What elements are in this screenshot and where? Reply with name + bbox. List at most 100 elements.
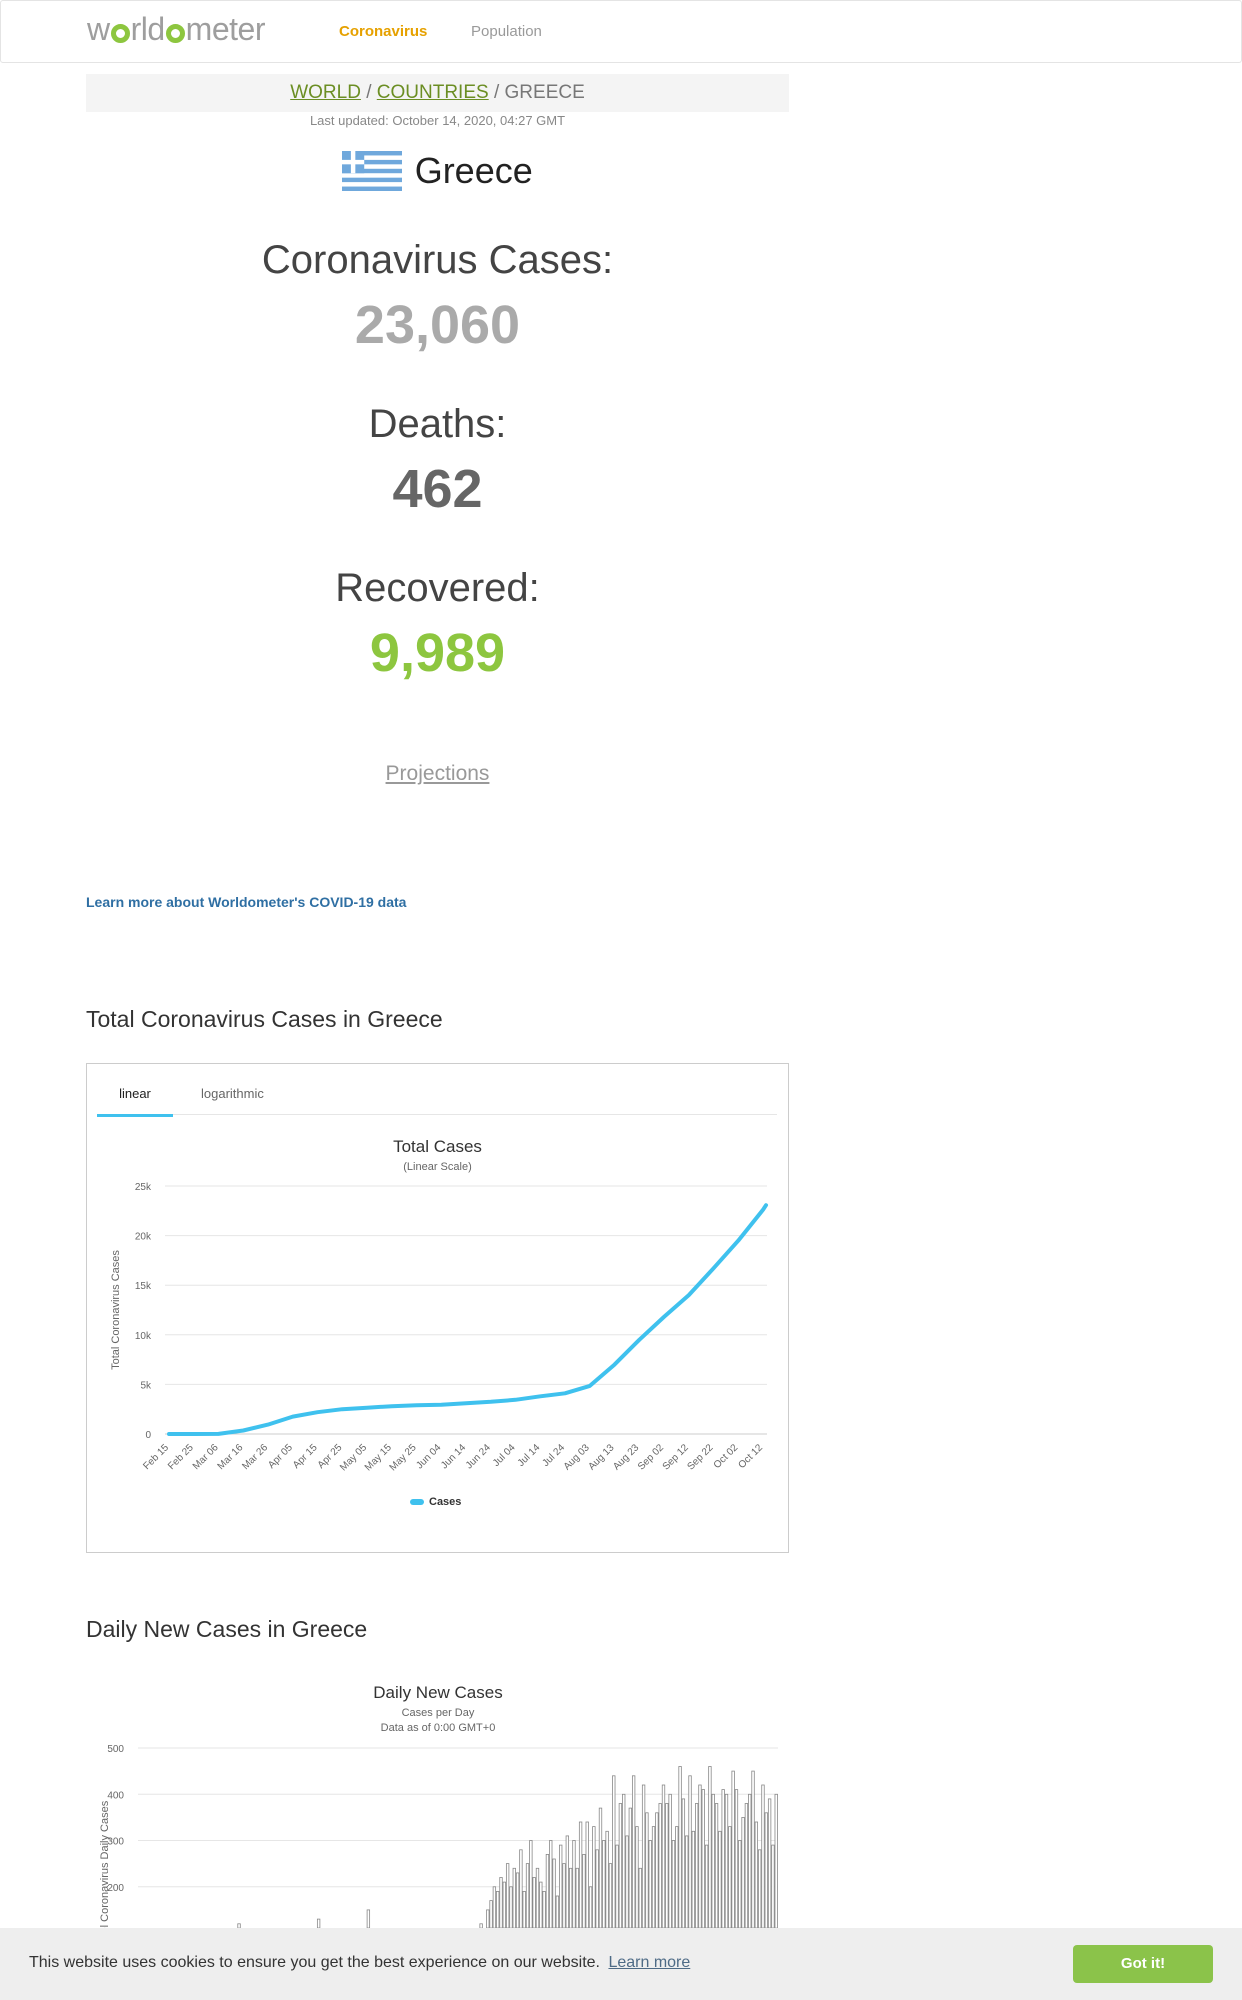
x-tick-label: Aug 23 <box>611 1442 641 1472</box>
cookie-learn-more-link[interactable]: Learn more <box>608 1954 690 1971</box>
daily-bar <box>582 1853 586 1928</box>
daily-bar <box>754 1821 759 1928</box>
breadcrumb-separator: / <box>366 82 372 103</box>
daily-bar <box>499 1877 503 1928</box>
daily-bar <box>641 1784 646 1928</box>
daily-bar <box>704 1844 709 1928</box>
legend-swatch-icon <box>410 1499 424 1505</box>
daily-bar <box>532 1877 536 1928</box>
y-axis-label: Novel Coronavirus Daily Cases <box>99 1800 111 1928</box>
x-tick-label: Jul 14 <box>516 1442 543 1469</box>
daily-bar <box>608 1863 613 1928</box>
daily-bar <box>638 1867 642 1928</box>
daily-bar <box>602 1840 606 1928</box>
daily-bar <box>588 1886 593 1928</box>
daily-bar <box>575 1867 579 1928</box>
y-tick-label: 0 <box>145 1430 151 1441</box>
x-tick-label: Sep 02 <box>636 1442 666 1472</box>
x-tick-label: Sep 22 <box>685 1442 715 1472</box>
daily-bar <box>545 1853 550 1928</box>
daily-bar <box>592 1826 596 1928</box>
daily-bar <box>738 1840 742 1928</box>
daily-bar <box>721 1789 725 1928</box>
x-tick-label: Feb 25 <box>166 1442 196 1472</box>
daily-bar <box>744 1803 749 1928</box>
daily-bar <box>681 1798 686 1928</box>
breadcrumb-current: GREECE <box>504 82 585 103</box>
daily-bar <box>522 1890 526 1928</box>
cookie-accept-button[interactable]: Got it! <box>1073 1945 1213 1983</box>
daily-bar <box>585 1821 589 1928</box>
daily-bar <box>708 1766 712 1928</box>
daily-bar <box>625 1835 629 1928</box>
daily-bar <box>761 1784 765 1928</box>
top-navbar: w rld meter Coronavirus Population <box>0 0 1242 63</box>
daily-bar <box>525 1863 530 1928</box>
daily-bar <box>685 1835 689 1928</box>
daily-bar <box>671 1840 676 1928</box>
daily-bar <box>555 1895 560 1928</box>
last-updated-text: Last updated: October 14, 2020, 04:27 GM… <box>309 113 566 128</box>
daily-bar <box>771 1844 775 1928</box>
daily-bar <box>612 1775 616 1928</box>
daily-bar <box>505 1863 510 1928</box>
daily-bar <box>698 1784 702 1928</box>
daily-bar <box>605 1830 609 1928</box>
breadcrumb-world-link[interactable]: WORLD <box>290 82 361 103</box>
total-cases-chart-panel: linear logarithmic Total Cases (Linear Sc… <box>86 1063 789 1553</box>
daily-bar <box>509 1886 513 1928</box>
y-tick-label: 5k <box>140 1380 152 1391</box>
daily-bar <box>542 1890 546 1928</box>
daily-bar <box>701 1789 705 1928</box>
daily-bar <box>645 1812 649 1928</box>
cookie-message: This website uses cookies to ensure you … <box>29 1954 690 1972</box>
learn-more-covid-data-link[interactable]: Learn more about Worldometer's COVID-19 … <box>86 894 406 910</box>
daily-bar <box>678 1766 682 1928</box>
x-tick-label: Aug 13 <box>586 1442 616 1472</box>
daily-bar <box>718 1830 722 1928</box>
y-axis-label: Total Coronavirus Cases <box>110 1250 122 1370</box>
daily-bar <box>655 1812 659 1928</box>
daily-bar <box>764 1812 768 1928</box>
recovered-label: Recovered: <box>335 566 540 610</box>
cases-series-line <box>167 1203 768 1436</box>
x-tick-label: Oct 02 <box>712 1442 741 1471</box>
logo-globe-icon <box>110 24 130 43</box>
daily-bar <box>552 1858 556 1928</box>
daily-bar <box>618 1803 623 1928</box>
daily-bar <box>714 1803 719 1928</box>
y-tick-label: 500 <box>107 1744 124 1755</box>
daily-bar <box>741 1816 745 1928</box>
daily-bar <box>661 1784 666 1928</box>
daily-bar <box>665 1803 669 1928</box>
y-tick-label: 15k <box>135 1281 152 1292</box>
projections-link[interactable]: Projections <box>86 762 789 786</box>
breadcrumb-countries-link[interactable]: COUNTRIES <box>377 82 489 103</box>
daily-bar <box>628 1807 633 1928</box>
daily-bar <box>572 1840 576 1928</box>
x-tick-label: Mar 26 <box>240 1442 270 1472</box>
daily-bar <box>562 1863 566 1928</box>
nav-link-population[interactable]: Population <box>471 23 542 40</box>
x-tick-label: Oct 12 <box>737 1442 766 1471</box>
total-cases-section-title: Total Coronavirus Cases in Greece <box>86 1006 443 1032</box>
cases-label: Coronavirus Cases: <box>261 238 614 282</box>
daily-bar <box>539 1881 543 1928</box>
daily-bar <box>529 1840 533 1928</box>
nav-link-coronavirus[interactable]: Coronavirus <box>339 23 427 40</box>
y-tick-label: 400 <box>107 1790 124 1801</box>
cookie-text: This website uses cookies to ensure you … <box>29 1954 600 1971</box>
total-cases-chart: Total Cases (Linear Scale) 0 5k 10k 15k 20k 25k… <box>110 1137 768 1508</box>
x-tick-label: Jul 04 <box>491 1442 518 1469</box>
recovered-value: 9,989 <box>369 623 506 683</box>
greece-flag-icon <box>342 151 403 191</box>
daily-bar <box>489 1900 493 1928</box>
x-tick-label: Aug 03 <box>562 1442 592 1472</box>
logo-text-end: meter <box>185 11 266 47</box>
daily-bar <box>695 1803 699 1928</box>
breadcrumb: WORLD / COUNTRIES / GREECE <box>86 74 789 112</box>
daily-bar <box>651 1826 656 1928</box>
worldometer-logo[interactable]: w rld meter <box>87 11 265 48</box>
daily-bar <box>496 1890 500 1928</box>
daily-bar <box>648 1840 652 1928</box>
